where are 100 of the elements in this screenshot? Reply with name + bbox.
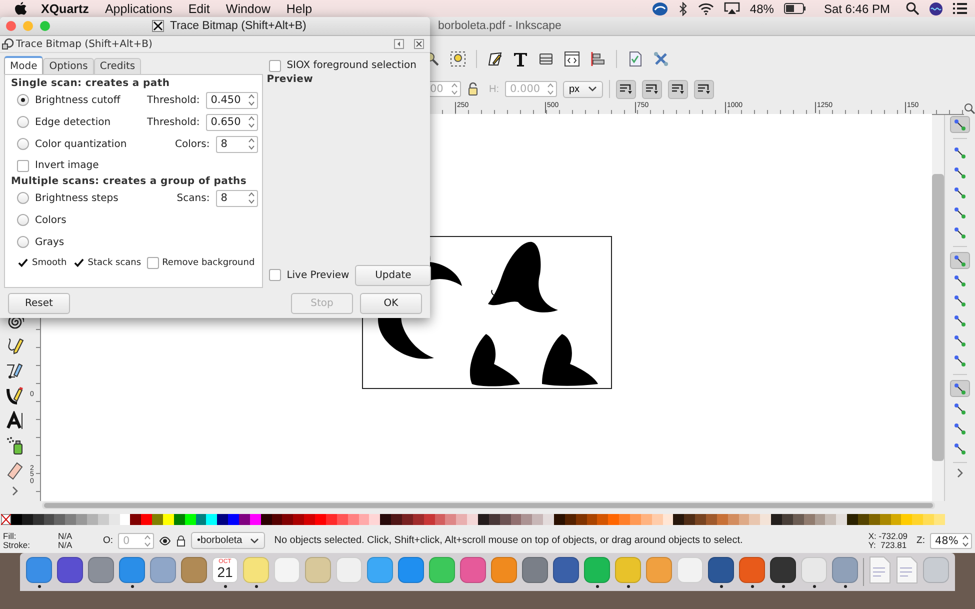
eraser-icon[interactable] <box>6 461 24 481</box>
xml-editor-icon[interactable] <box>564 51 580 67</box>
color-swatch[interactable] <box>728 514 739 525</box>
pen-icon[interactable] <box>6 361 24 381</box>
checkbox[interactable] <box>17 257 29 269</box>
app-icon[interactable] <box>708 556 734 582</box>
menu-item[interactable]: Applications <box>104 2 172 16</box>
lock-icon[interactable] <box>467 82 479 96</box>
color-swatch[interactable] <box>640 514 652 525</box>
color-swatch[interactable] <box>424 514 435 525</box>
color-swatch[interactable] <box>912 514 924 525</box>
color-swatch[interactable] <box>619 514 630 525</box>
color-swatch[interactable] <box>825 514 836 525</box>
document-properties-icon[interactable] <box>627 51 643 67</box>
color-swatch[interactable] <box>76 514 88 525</box>
maximize-button[interactable] <box>40 21 50 31</box>
transform-toggle-button[interactable] <box>642 80 662 98</box>
horizontal-scrollbar[interactable] <box>42 502 935 509</box>
color-swatch[interactable] <box>576 514 587 525</box>
radio-button[interactable] <box>17 138 29 150</box>
spray-icon[interactable] <box>6 436 24 456</box>
color-swatch[interactable] <box>445 514 456 525</box>
menu-item[interactable]: Help <box>286 2 312 16</box>
vertical-scrollbar[interactable] <box>932 114 944 501</box>
color-swatch[interactable] <box>716 514 728 525</box>
color-swatch[interactable] <box>597 514 608 525</box>
color-swatch[interactable] <box>11 514 22 525</box>
color-swatch[interactable] <box>174 514 185 525</box>
color-swatch[interactable] <box>738 514 750 525</box>
caret-icon[interactable] <box>250 538 260 544</box>
parameter-field[interactable]: 0.650 <box>206 114 258 130</box>
text-tool-icon[interactable] <box>6 411 24 431</box>
document-icon[interactable] <box>869 556 891 584</box>
text-font-icon[interactable] <box>513 51 528 67</box>
zoom-drawing-icon[interactable] <box>450 51 466 67</box>
menu-item[interactable]: Edit <box>188 2 210 16</box>
close-panel-icon[interactable] <box>414 39 424 49</box>
app-icon[interactable] <box>553 556 579 582</box>
lines-arrow-icon[interactable] <box>618 83 633 95</box>
color-swatch[interactable] <box>54 514 66 525</box>
color-swatch[interactable] <box>488 514 500 525</box>
layer-dropdown[interactable]: •borboleta <box>191 532 266 549</box>
color-swatch[interactable] <box>521 514 532 525</box>
color-swatch[interactable] <box>272 514 282 525</box>
app-icon[interactable] <box>770 556 796 582</box>
parameter-field[interactable]: 8 <box>216 190 258 206</box>
color-swatch[interactable] <box>771 514 782 525</box>
tab[interactable]: Mode <box>4 56 44 74</box>
app-menu[interactable]: XQuartz <box>41 2 89 16</box>
tab[interactable]: Options <box>43 58 94 74</box>
color-swatch[interactable] <box>836 514 848 525</box>
color-swatch[interactable] <box>22 514 33 525</box>
update-button[interactable]: Update <box>355 264 432 286</box>
color-swatch[interactable] <box>500 514 511 525</box>
color-swatch[interactable] <box>749 514 760 525</box>
layers-icon[interactable] <box>538 51 554 67</box>
minimize-button[interactable] <box>23 21 33 31</box>
color-swatch[interactable] <box>510 514 522 525</box>
transform-toggle-button[interactable] <box>668 80 688 98</box>
search-icon[interactable] <box>906 2 919 15</box>
color-swatch[interactable] <box>456 514 468 525</box>
chevron-right-icon[interactable] <box>11 486 19 496</box>
color-swatch[interactable] <box>792 514 804 525</box>
snap-toggle-button[interactable] <box>950 252 970 269</box>
color-swatch[interactable] <box>412 514 424 525</box>
color-swatch[interactable] <box>32 514 44 525</box>
color-swatch[interactable] <box>858 514 869 525</box>
color-swatch[interactable] <box>890 514 902 525</box>
spin-arrows-icon[interactable] <box>248 115 255 129</box>
color-swatch[interactable] <box>814 514 826 525</box>
lines-arrow-icon[interactable] <box>644 83 659 95</box>
color-swatch[interactable] <box>847 514 858 525</box>
apple-logo-icon[interactable] <box>15 2 27 16</box>
color-swatch[interactable] <box>239 514 250 525</box>
color-swatch[interactable] <box>684 514 696 525</box>
color-swatch[interactable] <box>608 514 620 525</box>
color-swatch[interactable] <box>478 514 489 525</box>
color-swatch[interactable] <box>348 514 358 525</box>
app-icon[interactable] <box>57 556 83 582</box>
color-swatch[interactable] <box>260 514 272 525</box>
radio-button[interactable] <box>17 116 29 128</box>
spin-arrows-icon[interactable] <box>144 534 152 548</box>
color-swatch[interactable] <box>880 514 891 525</box>
caret-icon[interactable] <box>588 86 597 92</box>
color-swatch[interactable] <box>804 514 815 525</box>
color-swatch[interactable] <box>868 514 880 525</box>
color-swatch[interactable] <box>706 514 717 525</box>
preferences-icon[interactable] <box>653 51 669 67</box>
parameter-field[interactable]: 8 <box>216 136 258 152</box>
color-swatch[interactable] <box>293 514 304 525</box>
checkbox[interactable] <box>17 160 29 172</box>
spin-arrows-icon[interactable] <box>248 93 255 107</box>
color-swatch[interactable] <box>934 514 945 525</box>
ok-button[interactable]: OK <box>360 292 422 314</box>
bluetooth-icon[interactable] <box>678 2 688 16</box>
color-swatch[interactable] <box>358 514 370 525</box>
lock-icon[interactable] <box>176 534 186 546</box>
battery-icon[interactable] <box>784 3 806 14</box>
clock[interactable]: Sat 6:46 PM <box>824 2 890 16</box>
color-swatch[interactable] <box>901 514 912 525</box>
